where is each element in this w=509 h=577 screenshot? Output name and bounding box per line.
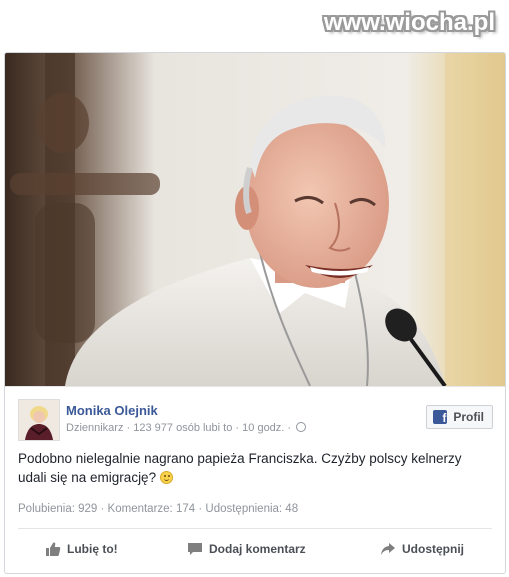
comments-count[interactable]: Komentarze: 174 — [108, 503, 196, 515]
smiley-icon — [159, 471, 173, 484]
post-stats: Polubienia: 929 · Komentarze: 174 · Udos… — [18, 503, 298, 515]
comment-button[interactable]: Dodaj komentarz — [187, 535, 306, 563]
share-button-label: Udostępnij — [402, 542, 464, 556]
page-likes-count[interactable]: 123 977 osób lubi to — [133, 422, 232, 434]
author-avatar[interactable] — [18, 399, 60, 441]
meta-separator: · — [235, 422, 240, 434]
avatar-image — [19, 400, 59, 440]
post-meta: Dziennikarz · 123 977 osób lubi to · 10 … — [66, 422, 307, 434]
profile-button[interactable]: f Profil — [426, 405, 493, 429]
thumbs-up-icon — [46, 542, 61, 556]
author-name-link[interactable]: Monika Olejnik — [66, 403, 158, 418]
like-button-label: Lubię to! — [67, 542, 118, 556]
post-text-content: Podobno nielegalnie nagrano papieża Fran… — [18, 451, 462, 485]
post-body: Monika Olejnik Dziennikarz · 123 977 osó… — [5, 386, 505, 573]
site-watermark: www.wiocha.pl — [323, 9, 495, 36]
facebook-icon: f — [433, 410, 448, 424]
comment-button-label: Dodaj komentarz — [209, 542, 306, 556]
profile-button-label: Profil — [453, 410, 484, 424]
facebook-post-card: Monika Olejnik Dziennikarz · 123 977 osó… — [4, 52, 506, 574]
post-photo[interactable] — [5, 53, 505, 386]
meta-separator: · — [126, 422, 131, 434]
share-button[interactable]: Udostępnij — [380, 535, 464, 563]
likes-count[interactable]: Polubienia: 929 — [18, 503, 97, 515]
comment-icon — [188, 543, 202, 555]
post-actions: Lubię to! Dodaj komentarz Udostępnij — [5, 535, 505, 565]
author-category: Dziennikarz — [66, 422, 124, 434]
post-text: Podobno nielegalnie nagrano papieża Fran… — [18, 449, 492, 487]
stats-separator: · — [198, 503, 203, 515]
meta-separator: · — [287, 422, 292, 434]
post-time[interactable]: 10 godz. — [242, 422, 284, 434]
stats-separator: · — [100, 503, 105, 515]
share-icon — [381, 543, 395, 555]
like-button[interactable]: Lubię to! — [45, 535, 118, 563]
globe-icon — [296, 422, 307, 432]
actions-divider — [18, 528, 492, 529]
shares-count[interactable]: Udostępnienia: 48 — [205, 503, 298, 515]
